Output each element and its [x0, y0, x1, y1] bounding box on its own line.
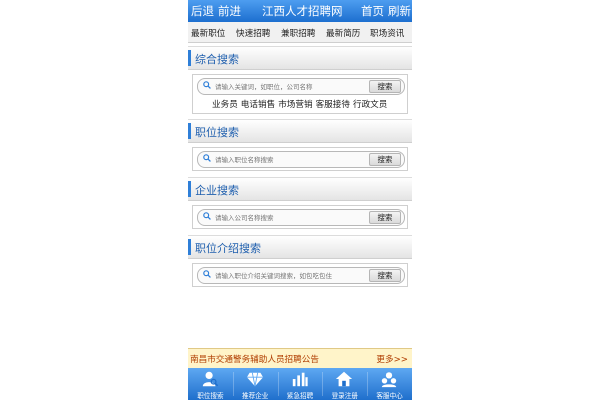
bar-chart-icon — [292, 372, 308, 387]
company-search-input[interactable]: 请输入公司名称搜索 — [215, 212, 274, 222]
job-intro-search-button[interactable]: 搜索 — [369, 269, 401, 282]
section-accent-bar — [188, 181, 191, 197]
tab-customer-service[interactable]: 客服中心 — [367, 368, 412, 400]
job-search-input[interactable]: 请输入职位名称搜索 — [215, 154, 274, 164]
job-intro-search-box: 请输入职位介绍关键词搜索，如包吃包住 搜索 — [197, 267, 405, 284]
home-link[interactable]: 首页 — [361, 4, 384, 18]
job-search-section: 职位搜索 请输入职位名称搜索 搜索 — [188, 119, 412, 171]
keyword-link[interactable]: 市场营销 — [278, 100, 312, 110]
mobile-page: 后退 前进 江西人才招聘网 首页 刷新 最新职位 快速招聘 兼职招聘 最新简历 … — [188, 0, 412, 400]
search-icon — [203, 212, 211, 220]
customer-service-icon — [381, 372, 397, 388]
section-header: 职位搜索 — [188, 119, 412, 143]
tab-label: 推荐企业 — [242, 392, 269, 400]
back-link[interactable]: 后退 — [191, 4, 214, 18]
bottom-tab-bar: 职位搜索 推荐企业 紧急招聘 登录注册 客服中心 — [188, 368, 412, 400]
category-nav: 最新职位 快速招聘 兼职招聘 最新简历 职场资讯 — [188, 22, 412, 43]
notice-bar: 南昌市交通警务辅助人员招聘公告 更多>> — [188, 348, 412, 369]
section-header: 综合搜索 — [188, 46, 412, 70]
notice-link[interactable]: 南昌市交通警务辅助人员招聘公告 — [190, 353, 319, 365]
forward-link[interactable]: 前进 — [218, 4, 241, 18]
general-search-input[interactable]: 请输入关键词，如职位，公司名称 — [215, 81, 313, 91]
more-link[interactable]: 更多>> — [376, 353, 408, 365]
section-title: 职位介绍搜索 — [195, 242, 261, 255]
section-accent-bar — [188, 239, 191, 255]
keyword-link[interactable]: 客服接待 — [316, 100, 350, 110]
home-icon — [336, 371, 353, 387]
keyword-link[interactable]: 电话销售 — [241, 100, 275, 110]
nav-quick-recruit[interactable]: 快速招聘 — [236, 27, 270, 39]
company-search-button[interactable]: 搜索 — [369, 211, 401, 224]
general-search-section: 综合搜索 请输入关键词，如职位，公司名称 搜索 业务员 电话销售 市场营销 客服接待行… — [188, 46, 412, 114]
tab-label: 客服中心 — [376, 392, 403, 400]
search-card: 请输入公司名称搜索 搜索 — [192, 205, 408, 229]
tab-recommended-companies[interactable]: 推荐企业 — [233, 368, 278, 400]
section-accent-bar — [188, 123, 191, 139]
keyword-link[interactable]: 业务员 — [212, 100, 238, 110]
job-search-button[interactable]: 搜索 — [369, 153, 401, 166]
search-icon — [203, 154, 211, 162]
keyword-link[interactable]: 行政文员 — [353, 100, 387, 110]
site-title: 江西人才招聘网 — [262, 4, 343, 18]
job-search-box: 请输入职位名称搜索 搜索 — [197, 151, 405, 168]
tab-label: 登录注册 — [331, 392, 358, 400]
section-title: 职位搜索 — [195, 126, 239, 139]
tab-urgent-hiring[interactable]: 紧急招聘 — [278, 368, 323, 400]
nav-latest-resumes[interactable]: 最新简历 — [326, 27, 360, 39]
diamond-icon — [246, 372, 263, 387]
section-accent-bar — [188, 50, 191, 66]
hot-keywords: 业务员 电话销售 市场营销 客服接待 行政文员 — [212, 98, 390, 110]
tab-label: 职位搜索 — [197, 392, 224, 400]
nav-latest-jobs[interactable]: 最新职位 — [191, 27, 225, 39]
nav-career-news[interactable]: 职场资讯 — [370, 27, 404, 39]
job-intro-search-input[interactable]: 请输入职位介绍关键词搜索，如包吃包住 — [215, 270, 332, 280]
section-header: 企业搜索 — [188, 177, 412, 201]
section-title: 综合搜索 — [195, 53, 239, 66]
company-search-section: 企业搜索 请输入公司名称搜索 搜索 — [188, 177, 412, 229]
tab-job-search[interactable]: 职位搜索 — [188, 368, 233, 400]
search-card: 请输入职位介绍关键词搜索，如包吃包住 搜索 — [192, 263, 408, 287]
company-search-box: 请输入公司名称搜索 搜索 — [197, 209, 405, 226]
search-icon — [203, 81, 211, 89]
nav-part-time[interactable]: 兼职招聘 — [281, 27, 315, 39]
section-header: 职位介绍搜索 — [188, 235, 412, 259]
section-title: 企业搜索 — [195, 184, 239, 197]
job-intro-search-section: 职位介绍搜索 请输入职位介绍关键词搜索，如包吃包住 搜索 — [188, 235, 412, 287]
tab-label: 紧急招聘 — [286, 392, 314, 400]
general-search-button[interactable]: 搜索 — [369, 80, 401, 93]
search-icon — [203, 270, 211, 278]
general-search-box: 请输入关键词，如职位，公司名称 搜索 — [197, 78, 405, 95]
refresh-link[interactable]: 刷新 — [388, 4, 411, 18]
search-card: 请输入职位名称搜索 搜索 — [192, 147, 408, 171]
top-bar: 后退 前进 江西人才招聘网 首页 刷新 — [188, 0, 412, 22]
person-search-icon — [202, 371, 219, 387]
tab-login-register[interactable]: 登录注册 — [322, 368, 367, 400]
